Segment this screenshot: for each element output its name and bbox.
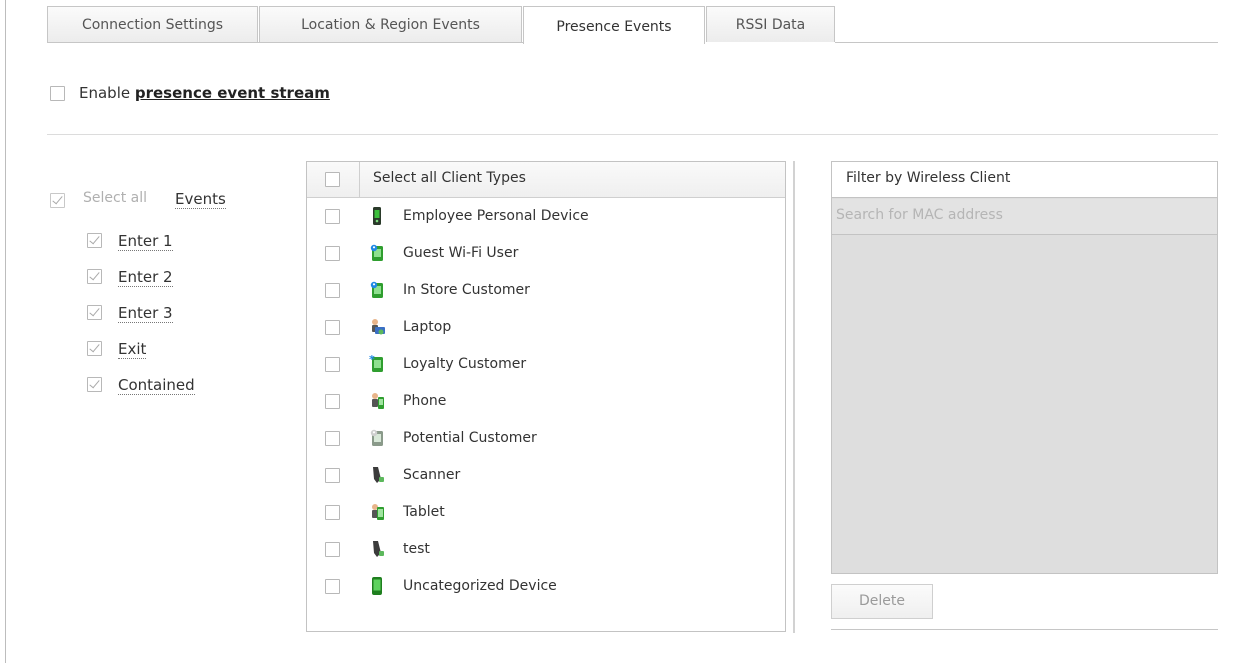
mac-search-placeholder: Search for MAC address xyxy=(836,207,1003,223)
enable-prefix: Enable xyxy=(79,84,135,102)
list-item[interactable]: Guest Wi-Fi User xyxy=(307,239,785,269)
event-enter-1-label: Enter 1 xyxy=(118,232,173,251)
scanner-icon xyxy=(373,541,384,557)
client-type-label: Laptop xyxy=(403,319,452,335)
mac-search-input[interactable]: Search for MAC address xyxy=(832,199,1217,235)
event-exit-checkbox[interactable] xyxy=(87,341,102,356)
phone-icon xyxy=(372,393,384,409)
tab-presence-events[interactable]: Presence Events xyxy=(523,6,705,44)
client-type-label: Phone xyxy=(403,393,447,409)
store-customer-icon xyxy=(370,281,383,298)
event-enter-3-label: Enter 3 xyxy=(118,304,173,323)
client-type-checkbox[interactable] xyxy=(325,505,340,520)
svg-text:*: * xyxy=(369,354,375,366)
event-contained-label: Contained xyxy=(118,376,195,395)
scanner-icon xyxy=(373,467,384,483)
client-type-checkbox[interactable] xyxy=(325,357,340,372)
client-type-checkbox[interactable] xyxy=(325,246,340,261)
header-divider xyxy=(359,162,360,198)
client-type-label: test xyxy=(403,541,430,557)
event-enter-3-checkbox[interactable] xyxy=(87,305,102,320)
select-all-events-checkbox[interactable] xyxy=(50,193,65,208)
section-divider xyxy=(47,134,1218,135)
list-item[interactable]: Employee Personal Device xyxy=(307,202,785,232)
client-type-checkbox[interactable] xyxy=(325,579,340,594)
event-enter-2-checkbox[interactable] xyxy=(87,269,102,284)
client-type-label: Guest Wi-Fi User xyxy=(403,245,519,261)
event-enter-2-label: Enter 2 xyxy=(118,268,173,287)
loyalty-customer-icon: * xyxy=(369,354,383,372)
client-type-label: Potential Customer xyxy=(403,430,537,446)
select-all-events-label: Select all xyxy=(83,190,147,206)
list-item[interactable]: Phone xyxy=(307,387,785,417)
guest-user-icon xyxy=(370,244,383,261)
client-type-label: Employee Personal Device xyxy=(403,208,589,224)
potential-customer-icon xyxy=(370,429,383,446)
filter-bottom-rule xyxy=(831,629,1218,630)
presence-event-stream-link[interactable]: presence event stream xyxy=(135,84,330,102)
client-type-label: Loyalty Customer xyxy=(403,356,527,372)
filter-header-label: Filter by Wireless Client xyxy=(846,170,1011,186)
client-types-panel: Select all Client Types Employee Persona… xyxy=(306,161,786,632)
client-types-header: Select all Client Types xyxy=(307,162,785,198)
list-item[interactable]: Tablet xyxy=(307,498,785,528)
laptop-icon xyxy=(372,319,385,335)
client-type-label: Tablet xyxy=(403,504,445,520)
event-contained-checkbox[interactable] xyxy=(87,377,102,392)
client-type-checkbox[interactable] xyxy=(325,209,340,224)
select-all-client-types-checkbox[interactable] xyxy=(325,172,340,187)
panel-splitter[interactable] xyxy=(793,161,795,633)
wireless-client-filter-panel: Filter by Wireless Client Search for MAC… xyxy=(831,161,1218,574)
uncategorized-device-icon xyxy=(372,577,382,595)
client-type-checkbox[interactable] xyxy=(325,320,340,335)
list-item[interactable]: In Store Customer xyxy=(307,276,785,306)
employee-device-icon xyxy=(373,207,381,225)
page-left-border xyxy=(5,0,6,663)
enable-stream-checkbox[interactable] xyxy=(50,86,65,101)
list-item[interactable]: Uncategorized Device xyxy=(307,572,785,602)
list-item[interactable]: * Loyalty Customer xyxy=(307,350,785,380)
tablet-icon xyxy=(372,504,384,520)
client-type-checkbox[interactable] xyxy=(325,394,340,409)
list-item[interactable]: Potential Customer xyxy=(307,424,785,454)
event-exit-label: Exit xyxy=(118,340,147,359)
client-type-label: In Store Customer xyxy=(403,282,530,298)
client-type-checkbox[interactable] xyxy=(325,431,340,446)
enable-stream-label: Enable presence event stream xyxy=(79,84,330,102)
list-item[interactable]: Laptop xyxy=(307,313,785,343)
events-title: Events xyxy=(175,190,226,209)
list-item[interactable]: test xyxy=(307,535,785,565)
client-type-label: Uncategorized Device xyxy=(403,578,557,594)
tab-baseline xyxy=(47,42,524,43)
event-enter-1-checkbox[interactable] xyxy=(87,233,102,248)
client-type-label: Scanner xyxy=(403,467,461,483)
delete-button[interactable]: Delete xyxy=(831,584,933,619)
client-type-checkbox[interactable] xyxy=(325,468,340,483)
tab-baseline-right xyxy=(835,42,1218,43)
tab-connection-settings[interactable]: Connection Settings xyxy=(47,6,258,42)
tab-rssi-data[interactable]: RSSI Data xyxy=(706,6,835,42)
client-types-header-label: Select all Client Types xyxy=(373,170,526,186)
client-type-checkbox[interactable] xyxy=(325,283,340,298)
list-item[interactable]: Scanner xyxy=(307,461,785,491)
client-type-checkbox[interactable] xyxy=(325,542,340,557)
filter-header: Filter by Wireless Client xyxy=(832,162,1217,198)
tab-location-region-events[interactable]: Location & Region Events xyxy=(259,6,522,42)
